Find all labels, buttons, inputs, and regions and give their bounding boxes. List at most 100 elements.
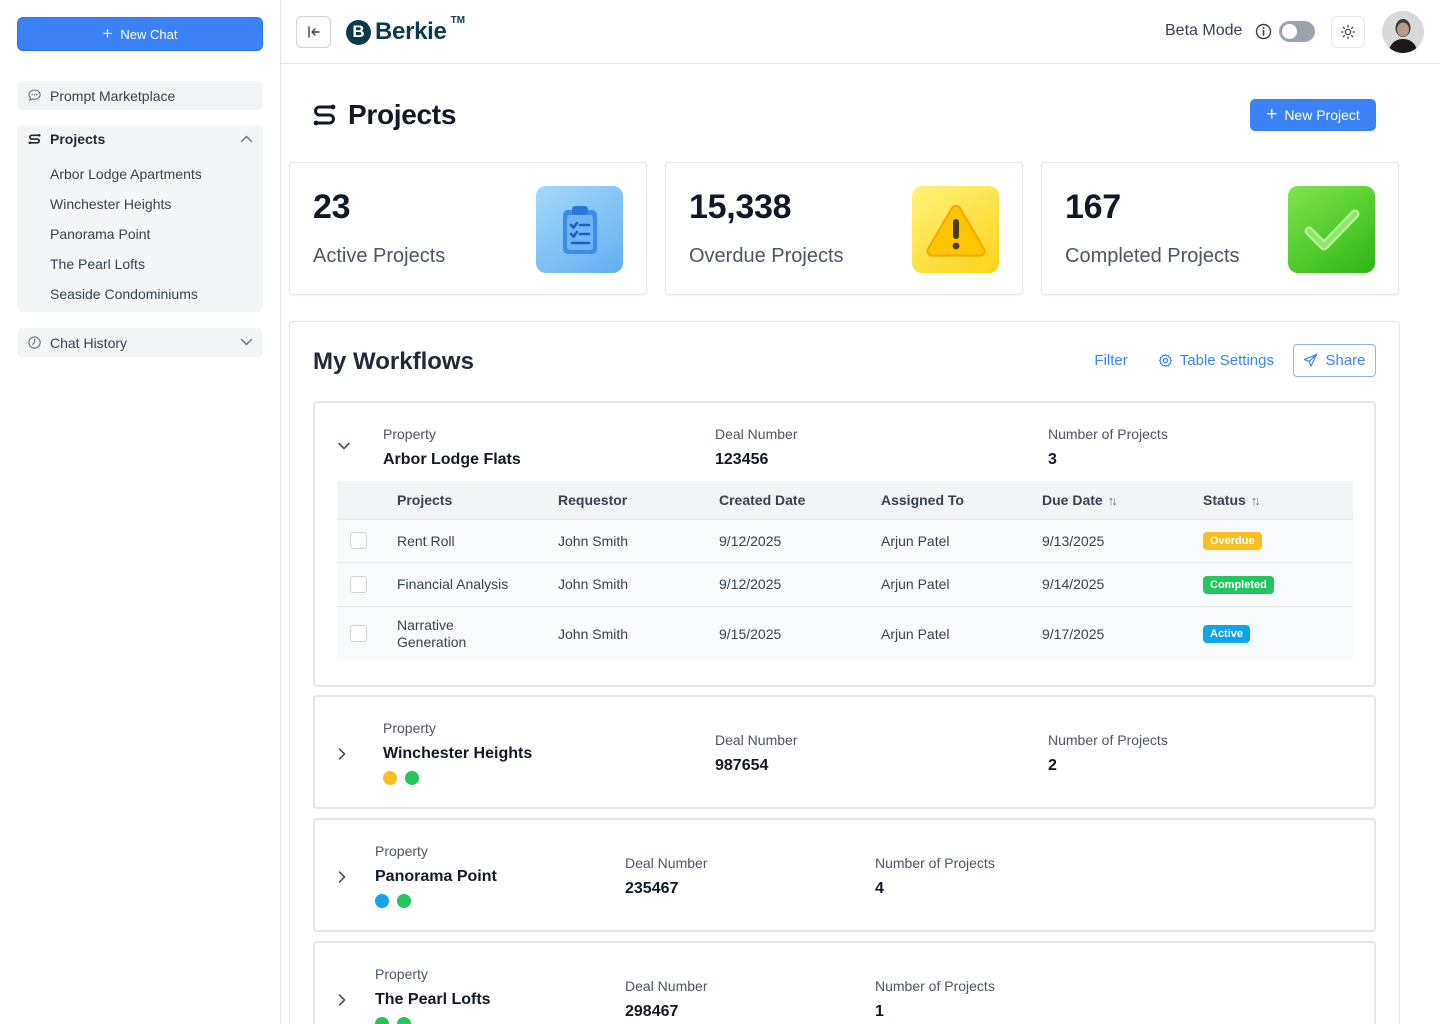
new-chat-button[interactable]: + New Chat — [17, 17, 263, 51]
column-header-status[interactable]: Status ↑↓ — [1203, 481, 1353, 519]
top-header: B Berkie TM Beta Mode — [281, 0, 1440, 64]
sidebar-item-chat-history[interactable]: Chat History — [17, 328, 263, 357]
cell-project: Rent Roll — [397, 518, 558, 562]
share-button[interactable]: Share — [1293, 344, 1376, 377]
chevron-right-icon[interactable] — [337, 747, 347, 761]
sidebar-item-prompt-marketplace[interactable]: Prompt Marketplace — [17, 81, 263, 110]
plus-icon: + — [102, 23, 113, 43]
deal-number-label: Deal Number — [625, 855, 708, 871]
cell-requestor: John Smith — [558, 561, 719, 606]
new-project-label: New Project — [1284, 107, 1360, 123]
workflow-group[interactable]: Property Panorama Point Deal Number 2354… — [313, 818, 1376, 932]
property-name: Panorama Point — [375, 868, 497, 885]
chevron-down-icon — [240, 338, 253, 346]
cell-requestor: John Smith — [558, 518, 719, 562]
table-settings-button[interactable]: Table Settings — [1158, 352, 1274, 369]
collapse-sidebar-button[interactable] — [296, 16, 331, 48]
status-dots — [375, 1017, 411, 1024]
sidebar-project-item[interactable]: Arbor Lodge Apartments — [50, 166, 202, 196]
table-settings-label: Table Settings — [1179, 352, 1274, 369]
table-row[interactable]: Financial Analysis John Smith 9/12/2025 … — [337, 561, 1353, 606]
column-header-requestor: Requestor — [558, 481, 719, 519]
num-projects-label: Number of Projects — [1048, 426, 1168, 442]
property-label: Property — [383, 720, 436, 736]
check-icon — [1288, 186, 1375, 273]
property-name: Arbor Lodge Flats — [383, 451, 521, 468]
cell-assigned-to: Arjun Patel — [881, 561, 1042, 606]
projects-icon — [313, 104, 336, 125]
cell-project: Narrative Generation — [397, 605, 558, 661]
status-dot — [375, 1017, 389, 1024]
sidebar-item-label: Chat History — [50, 334, 128, 351]
cell-status: Completed — [1203, 561, 1353, 606]
chevron-up-icon[interactable] — [240, 134, 253, 144]
property-label: Property — [375, 843, 428, 859]
table-row[interactable]: Narrative Generation John Smith 9/15/202… — [337, 605, 1353, 661]
sidebar-project-list: Arbor Lodge Apartments Winchester Height… — [50, 166, 202, 316]
theme-toggle-button[interactable] — [1331, 16, 1365, 48]
row-checkbox[interactable] — [350, 575, 367, 593]
deal-number-value: 987654 — [715, 757, 769, 774]
new-project-button[interactable]: + New Project — [1250, 99, 1376, 131]
sidebar-item-label: Prompt Marketplace — [50, 87, 176, 104]
chevron-right-icon[interactable] — [337, 993, 347, 1007]
row-checkbox[interactable] — [350, 625, 367, 643]
column-header-due-date[interactable]: Due Date ↑↓ — [1042, 481, 1203, 519]
status-dot — [383, 771, 397, 785]
cell-created-date: 9/12/2025 — [719, 561, 881, 606]
filter-button[interactable]: Filter — [1094, 352, 1127, 369]
column-header-label: Due Date — [1042, 491, 1103, 508]
sidebar-item-label: Projects — [50, 131, 106, 147]
num-projects-label: Number of Projects — [1048, 732, 1168, 748]
cell-requestor: John Smith — [558, 605, 719, 661]
status-dot — [397, 894, 411, 908]
sort-icon[interactable]: ↑↓ — [1108, 493, 1118, 508]
sidebar-project-item[interactable]: Winchester Heights — [50, 196, 202, 226]
chevron-right-icon[interactable] — [337, 870, 347, 884]
workflow-group[interactable]: Property Winchester Heights Deal Number … — [313, 695, 1376, 809]
deal-number-value: 298467 — [625, 1003, 679, 1020]
send-icon — [1304, 353, 1318, 367]
stat-card-active: 23 Active Projects — [289, 162, 647, 295]
cell-created-date: 9/12/2025 — [719, 518, 881, 562]
sidebar-project-item[interactable]: Seaside Condominiums — [50, 286, 202, 316]
select-column-header — [337, 481, 397, 519]
num-projects-value: 4 — [875, 880, 884, 897]
row-select-cell — [337, 518, 397, 562]
deal-number-value: 235467 — [625, 880, 679, 897]
stat-card-completed: 167 Completed Projects — [1041, 162, 1399, 295]
logo-mark: B — [346, 19, 371, 45]
sidebar-project-item[interactable]: Panorama Point — [50, 226, 202, 256]
deal-number-label: Deal Number — [625, 978, 708, 994]
workflows-actions: Filter Table Settings Share — [1094, 344, 1376, 377]
cell-due-date: 9/17/2025 — [1042, 605, 1203, 661]
status-dots — [383, 771, 419, 785]
warning-icon — [912, 186, 999, 273]
row-select-cell — [337, 561, 397, 606]
workflow-group[interactable]: Property The Pearl Lofts Deal Number 298… — [313, 941, 1376, 1024]
property-label: Property — [375, 966, 428, 982]
row-checkbox[interactable] — [350, 532, 367, 549]
stat-label: Completed Projects — [1065, 245, 1240, 267]
sort-icon[interactable]: ↑↓ — [1251, 493, 1261, 508]
num-projects-value: 1 — [875, 1003, 884, 1020]
table-row[interactable]: Rent Roll John Smith 9/12/2025 Arjun Pat… — [337, 518, 1353, 562]
clipboard-icon — [536, 186, 623, 273]
status-dots — [375, 894, 411, 908]
user-avatar[interactable] — [1382, 11, 1424, 53]
info-icon[interactable] — [1255, 23, 1272, 40]
sun-icon — [1340, 24, 1356, 40]
sidebar-item-projects[interactable]: Projects — [27, 131, 105, 147]
property-name: The Pearl Lofts — [375, 991, 491, 1008]
collapse-left-icon — [307, 26, 320, 38]
chevron-down-icon[interactable] — [337, 441, 351, 451]
cell-created-date: 9/15/2025 — [719, 605, 881, 661]
num-projects-value: 3 — [1048, 451, 1057, 468]
sidebar-project-item[interactable]: The Pearl Lofts — [50, 256, 202, 286]
property-name: Winchester Heights — [383, 745, 533, 762]
cell-status: Active — [1203, 605, 1353, 661]
property-label: Property — [383, 426, 436, 442]
beta-mode-toggle[interactable] — [1279, 21, 1315, 42]
stat-value: 167 — [1065, 188, 1121, 226]
cell-assigned-to: Arjun Patel — [881, 518, 1042, 562]
